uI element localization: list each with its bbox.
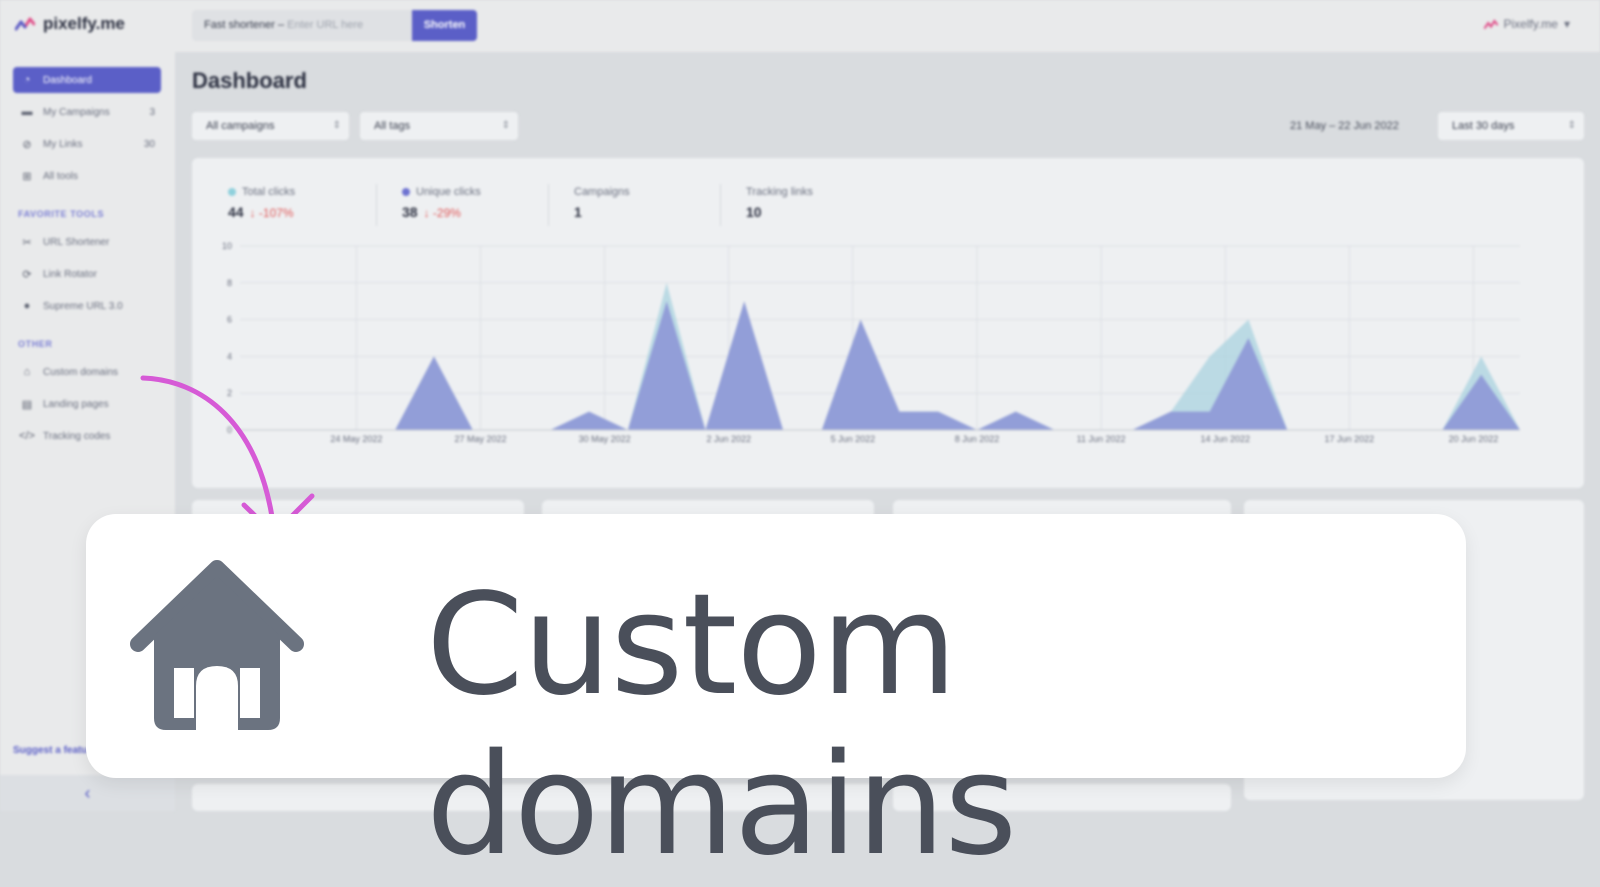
account-name: Pixelfy.me — [1503, 17, 1558, 31]
x-tick-label: 30 May 2022 — [579, 434, 631, 444]
x-tick-label: 20 Jun 2022 — [1449, 434, 1499, 444]
sidebar-item-label: Dashboard — [43, 74, 92, 86]
favorite-tools-heading: FAVORITE TOOLS — [18, 209, 105, 219]
rotate-icon: ⟳ — [22, 268, 32, 281]
custom-domains-callout: Custom domains — [86, 514, 1466, 886]
scissors-icon: ✂ — [22, 236, 32, 249]
sidebar-item-custom-domains[interactable]: ⌂ Custom domains — [13, 359, 161, 385]
sidebar-item-label: Supreme URL 3.0 — [43, 300, 123, 312]
y-tick-label: 10 — [222, 241, 232, 251]
folder-icon: ▬ — [21, 106, 33, 118]
dashboard-icon: ◔ — [23, 74, 31, 86]
sidebar-item-link-rotator[interactable]: ⟳ Link Rotator — [13, 261, 161, 287]
suggest-feature-link[interactable]: Suggest a featu — [13, 745, 87, 756]
sidebar-item-url-shortener[interactable]: ✂ URL Shortener — [13, 229, 161, 255]
sidebar-item-label: Custom domains — [43, 366, 119, 378]
link-icon: ⊘ — [22, 138, 32, 151]
chevron-down-icon: ▾ — [1563, 17, 1570, 31]
landing-icon: ▤ — [21, 398, 33, 411]
other-heading: OTHER — [18, 339, 53, 349]
url-input[interactable]: Fast shortener – Enter URL here — [192, 10, 412, 41]
callout-label: Custom domains — [426, 564, 1017, 887]
x-tick-label: 24 May 2022 — [330, 434, 382, 444]
page-title: Dashboard — [192, 68, 307, 93]
x-tick-label: 8 Jun 2022 — [955, 434, 1000, 444]
brand-name: pixelfy.me — [43, 14, 125, 33]
sidebar-item-my-links[interactable]: ⊘ My Links 30 — [13, 131, 161, 157]
sidebar-item-label: Landing pages — [43, 398, 109, 410]
account-menu[interactable]: Pixelfy.me ▾ — [1483, 17, 1570, 31]
top-bar: pixelfy.me Fast shortener – Enter URL he… — [0, 0, 1600, 52]
sidebar-item-label: Tracking codes — [43, 430, 111, 442]
supreme-icon: ● — [23, 300, 31, 312]
x-tick-label: 14 Jun 2022 — [1200, 434, 1250, 444]
sidebar-item-label: URL Shortener — [43, 236, 110, 248]
grid-icon: ⊞ — [22, 170, 32, 183]
x-tick-label: 5 Jun 2022 — [831, 434, 876, 444]
tag-select[interactable]: All tags — [360, 112, 518, 140]
sidebar-item-landing-pages[interactable]: ▤ Landing pages — [13, 391, 161, 417]
x-tick-label: 2 Jun 2022 — [706, 434, 751, 444]
home-icon: ⌂ — [23, 366, 31, 378]
sidebar-item-label: My Campaigns — [43, 106, 110, 118]
code-icon: </> — [19, 430, 35, 442]
sidebar-item-all-tools[interactable]: ⊞ All tools — [13, 163, 161, 189]
home-icon — [130, 560, 304, 730]
sidebar-item-label: My Links — [43, 138, 83, 150]
fast-shortener: Fast shortener – Enter URL here Shorten — [192, 10, 477, 41]
y-tick-label: 8 — [227, 278, 232, 288]
sidebar-item-label: Link Rotator — [43, 268, 97, 280]
date-range-label: 21 May – 22 Jun 2022 — [1290, 120, 1399, 132]
campaigns-count: 3 — [149, 106, 155, 118]
x-tick-label: 11 Jun 2022 — [1077, 434, 1126, 444]
links-count: 30 — [143, 138, 155, 150]
x-tick-label: 27 May 2022 — [454, 434, 506, 444]
series-area-1 — [240, 301, 1520, 430]
sidebar-item-dashboard[interactable]: ◔ Dashboard — [13, 67, 161, 93]
account-logo-icon — [1483, 18, 1498, 29]
shortener-prefix: Fast shortener – — [204, 19, 288, 31]
sidebar-item-my-campaigns[interactable]: ▬ My Campaigns 3 — [13, 99, 161, 125]
x-tick-label: 17 Jun 2022 — [1325, 434, 1375, 444]
chevron-left-icon: ‹ — [84, 783, 91, 803]
sidebar-item-supreme-url[interactable]: ● Supreme URL 3.0 — [13, 293, 161, 319]
period-select[interactable]: Last 30 days — [1438, 112, 1584, 140]
sidebar-item-label: All tools — [43, 170, 79, 182]
pixelfy-logo-icon — [15, 17, 35, 31]
y-tick-label: 6 — [227, 315, 232, 325]
url-placeholder: Enter URL here — [287, 19, 364, 31]
campaign-select[interactable]: All campaigns — [192, 112, 349, 140]
clicks-area-chart: 024681024 May 2022 27 May 2022 30 May 2022… — [222, 241, 1520, 444]
brand-logo[interactable]: pixelfy.me — [15, 14, 125, 34]
shorten-button[interactable]: Shorten — [412, 10, 477, 41]
collapse-sidebar-button[interactable]: ‹ — [0, 775, 175, 811]
y-tick-label: 4 — [227, 351, 232, 361]
clicks-card: Total clicks 44 ↓ -107% Unique clicks 38 ↓… — [192, 158, 1584, 488]
sidebar-item-tracking-codes[interactable]: </> Tracking codes — [13, 423, 161, 449]
